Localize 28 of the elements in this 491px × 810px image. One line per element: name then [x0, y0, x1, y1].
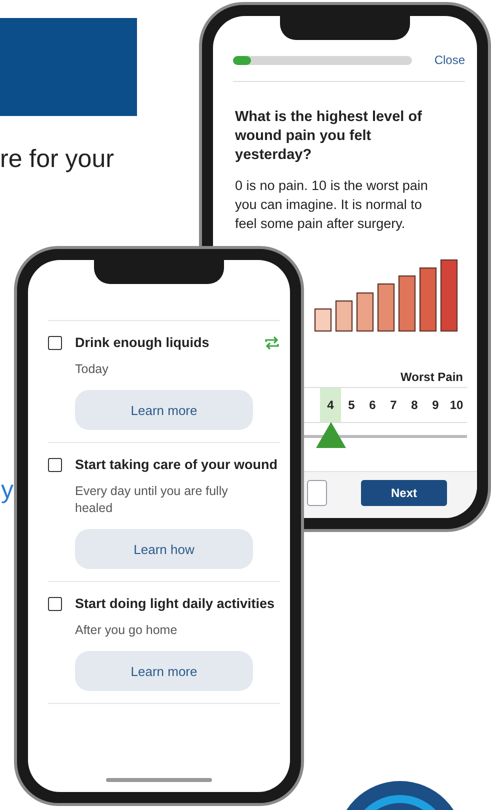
question-text: What is the highest level of wound pain you felt yesterday? — [235, 108, 423, 165]
scale-number[interactable]: 8 — [404, 388, 425, 422]
checkbox[interactable] — [48, 597, 62, 611]
close-link[interactable]: Close — [434, 53, 465, 67]
task-subtitle: After you go home — [75, 622, 178, 639]
heading-text: re for your — [0, 145, 114, 174]
scale-number[interactable]: 5 — [341, 388, 362, 422]
scale-label: Worst Pain — [400, 370, 463, 384]
slider-thumb-icon[interactable] — [316, 422, 346, 448]
checkbox[interactable] — [48, 336, 62, 350]
learn-button[interactable]: Learn more — [75, 651, 253, 691]
learn-button[interactable]: Learn how — [75, 529, 253, 569]
back-button[interactable] — [307, 480, 327, 506]
scale-number[interactable]: 6 — [362, 388, 383, 422]
task-subtitle: Today — [75, 361, 110, 378]
task-subtitle: Every day until you are fully healed — [75, 483, 229, 517]
scale-number[interactable]: 10 — [446, 388, 467, 422]
link-text[interactable]: y — [1, 476, 14, 505]
checkbox[interactable] — [48, 458, 62, 472]
task-title: Drink enough liquids — [75, 334, 210, 352]
learn-button[interactable]: Learn more — [75, 390, 253, 430]
scale-number[interactable]: 7 — [383, 388, 404, 422]
task-title: Start taking care of your wound — [75, 456, 279, 474]
scale-number[interactable]: 9 — [425, 388, 446, 422]
description-text: 0 is no pain. 10 is the worst pain you can imagine. It is normal to feel some pain after surgery. — [235, 177, 429, 233]
task-title: Start doing light daily activities — [75, 595, 276, 613]
next-button[interactable]: Next — [361, 480, 447, 506]
scale-number[interactable]: 4 — [320, 388, 341, 422]
